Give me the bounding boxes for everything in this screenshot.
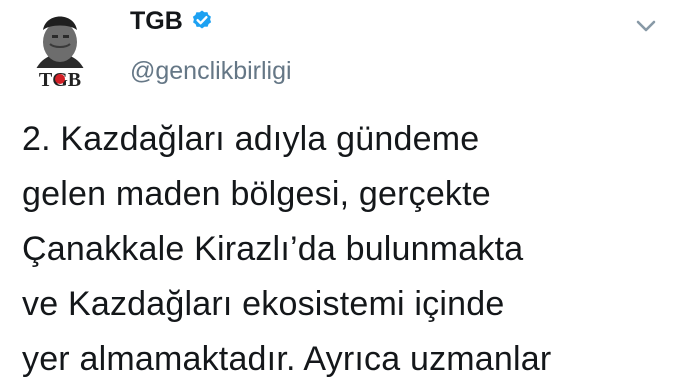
avatar-image: TGB [14,4,106,96]
avatar[interactable]: TGB [14,4,106,96]
chevron-down-icon[interactable] [632,12,660,40]
tweet-text-line: yer almamaktadır. Ayrıca uzmanlar [22,340,552,378]
tweet-text-line: 2. Kazdağları adıyla gündeme [22,120,480,158]
tweet-text-line: ve Kazdağları ekosistemi içinde [22,285,505,323]
display-name[interactable]: TGB [130,6,183,36]
tweet-text-line: gelen maden bölgesi, gerçekte [22,175,491,213]
user-handle[interactable]: @genclikbirligi [130,56,292,86]
tweet-card: TGB TGB @genclikbirligi 2. Kazdağları ad… [0,0,680,385]
tweet-text: 2. Kazdağları adıyla gündeme gelen maden… [22,112,672,385]
tweet-text-line: Çanakkale Kirazlı’da bulunmakta [22,230,524,268]
verified-badge-icon [192,10,212,29]
